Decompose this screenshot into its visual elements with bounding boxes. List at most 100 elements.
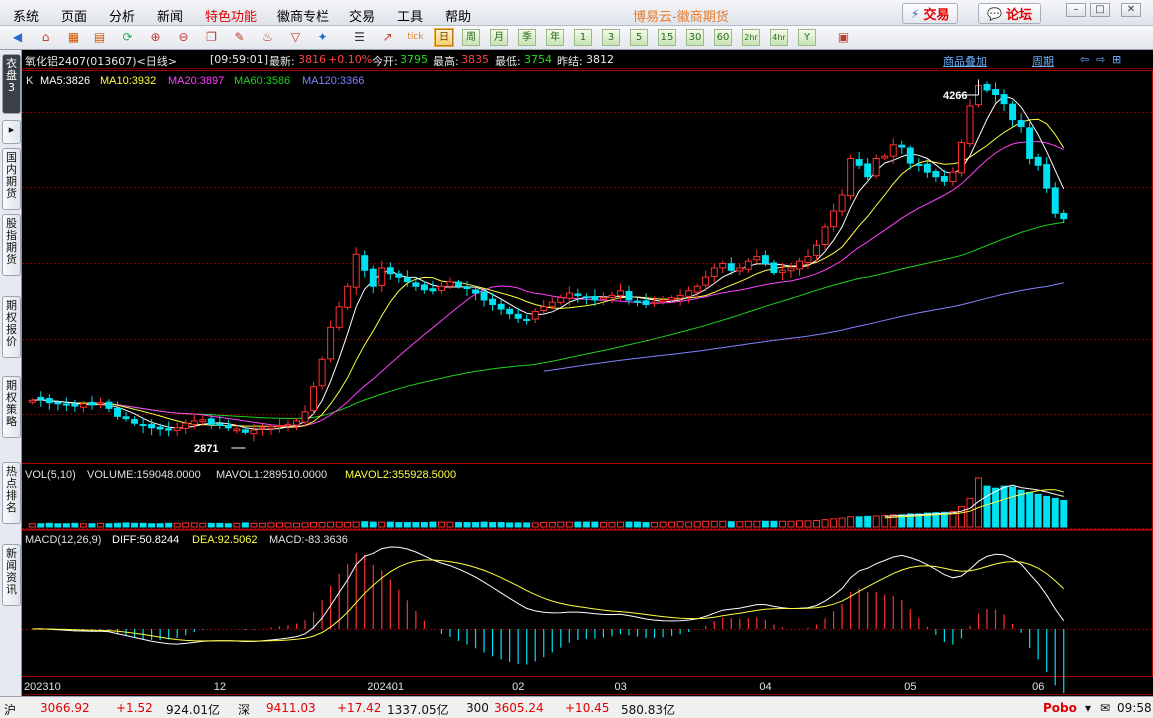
diff-value: DIFF:50.8244 [112, 534, 179, 546]
sidebar-tab-domestic-futures[interactable]: 国内期货 [2, 148, 21, 210]
filter-icon[interactable]: ▽ [286, 28, 305, 47]
period-60min[interactable]: 60 [714, 29, 732, 46]
refresh-icon[interactable]: ⟳ [118, 28, 137, 47]
zoom-out-icon[interactable]: ⊖ [174, 28, 193, 47]
zoom-in-icon[interactable]: ⊕ [146, 28, 165, 47]
candle [761, 255, 769, 264]
candle [114, 407, 121, 417]
volume-bar [284, 522, 292, 528]
latest-price: 3816 [298, 53, 326, 66]
sidebar-tab-index-futures[interactable]: 股指期货 [2, 214, 21, 276]
volume-bar [778, 520, 786, 528]
period-quarter[interactable]: 季 [518, 29, 536, 46]
volume-bar [327, 521, 335, 528]
period-month[interactable]: 月 [490, 29, 508, 46]
menu-system[interactable]: 系统 [13, 6, 39, 25]
period-link[interactable]: 周期 [1032, 53, 1054, 69]
menu-news[interactable]: 新闻 [157, 6, 183, 25]
period-1min[interactable]: 1 [574, 29, 592, 46]
tick-icon[interactable]: tick [406, 28, 425, 47]
menu-huishang-column[interactable]: 徽商专栏 [277, 6, 329, 25]
volume-bar [872, 515, 880, 528]
volume-bar [131, 522, 139, 528]
volume-bar [71, 522, 79, 528]
sidebar-tab-news[interactable]: 新闻资讯 [2, 544, 21, 606]
trade-button[interactable]: ⚡ 交易 [902, 3, 959, 24]
period-30min[interactable]: 30 [686, 29, 704, 46]
candle [335, 306, 343, 328]
home-icon[interactable]: ⌂ [36, 28, 55, 47]
period-custom[interactable]: Y [798, 29, 816, 46]
volume-bar [651, 522, 659, 528]
volume-bar [966, 497, 974, 528]
menu-page[interactable]: 页面 [61, 6, 87, 25]
message-icon[interactable]: ✉ [1100, 701, 1110, 715]
menu-special-features[interactable]: 特色功能 [205, 6, 257, 25]
period-day[interactable]: 日 [434, 28, 454, 47]
volume-bar [574, 521, 582, 528]
bell-icon[interactable]: ♨ [258, 28, 277, 47]
menu-help[interactable]: 帮助 [445, 6, 471, 25]
volume-bar [437, 521, 445, 528]
candle [344, 285, 352, 308]
overlay-commodity-link[interactable]: 商品叠加 [943, 53, 987, 69]
kline-chart[interactable]: 202310 12 202401 02 03 04 05 06 K MA5:3826 MA10… [22, 70, 1153, 696]
window-icon[interactable]: ❐ [202, 28, 221, 47]
candle [233, 428, 241, 432]
forum-button[interactable]: 💬 论坛 [978, 3, 1041, 24]
candle [787, 267, 795, 272]
candle [770, 262, 778, 274]
candle [778, 269, 786, 274]
period-4hr[interactable]: 4hr [770, 29, 788, 46]
new-icon[interactable]: ✦ [313, 28, 332, 47]
candle [949, 171, 957, 183]
list-icon[interactable]: ☰ [350, 28, 369, 47]
volume-bar [352, 521, 360, 528]
maximize-button[interactable]: □ [1090, 3, 1110, 17]
volume-bar [702, 520, 710, 528]
sidebar-tab-hot-ranking[interactable]: 热点排名 [2, 462, 21, 524]
open-label: 今开: [372, 55, 398, 68]
calculator-icon[interactable]: ▣ [834, 28, 853, 47]
ma20-line [32, 140, 1064, 427]
menu-analysis[interactable]: 分析 [109, 6, 135, 25]
pan-left-icon[interactable]: ⇦ [1080, 53, 1089, 66]
candle [148, 423, 156, 429]
app-title: 博易云-徽商期货 [633, 10, 729, 25]
high-annotation: 4266 [943, 90, 967, 102]
sidebar-tab-option-strategy[interactable]: 期权策略 [2, 376, 21, 438]
minimize-button[interactable]: – [1066, 3, 1086, 17]
volume-bar [122, 522, 130, 528]
period-5min[interactable]: 5 [630, 29, 648, 46]
close-button[interactable]: ✕ [1121, 3, 1141, 17]
x-tick-label: 06 [1032, 681, 1044, 693]
sidebar-tab-option-quotes[interactable]: 期权报价 [2, 296, 21, 358]
trend-icon[interactable]: ↗ [378, 28, 397, 47]
period-week[interactable]: 周 [462, 29, 480, 46]
x-tick-label: 02 [512, 681, 524, 693]
candle [608, 294, 616, 298]
period-15min[interactable]: 15 [658, 29, 676, 46]
menu-tools[interactable]: 工具 [397, 6, 423, 25]
pen-icon[interactable]: ✎ [230, 28, 249, 47]
grid-icon[interactable]: ▦ [64, 28, 83, 47]
period-year[interactable]: 年 [546, 29, 564, 46]
volume-bar [1009, 486, 1017, 528]
back-arrow-icon[interactable]: ◀ [8, 28, 27, 47]
candle [599, 297, 607, 300]
candle [429, 288, 437, 292]
pan-right-icon[interactable]: ⇨ [1096, 53, 1105, 66]
sidebar-collapse-arrow-icon[interactable]: ▸ [2, 120, 21, 144]
candle [131, 419, 139, 424]
candle [412, 282, 420, 287]
candle [574, 293, 582, 296]
volume-bar [770, 520, 778, 528]
layout-icon[interactable]: ⊞ [1112, 53, 1121, 66]
sz-amount: 1337.05亿 [387, 703, 449, 717]
menu-trade[interactable]: 交易 [349, 6, 375, 25]
period-3min[interactable]: 3 [602, 29, 620, 46]
period-2hr[interactable]: 2hr [742, 29, 760, 46]
f10-icon[interactable]: ▤ [90, 28, 109, 47]
candle [420, 284, 428, 291]
sidebar-tab-main[interactable]: 衣盘3 [2, 54, 21, 114]
